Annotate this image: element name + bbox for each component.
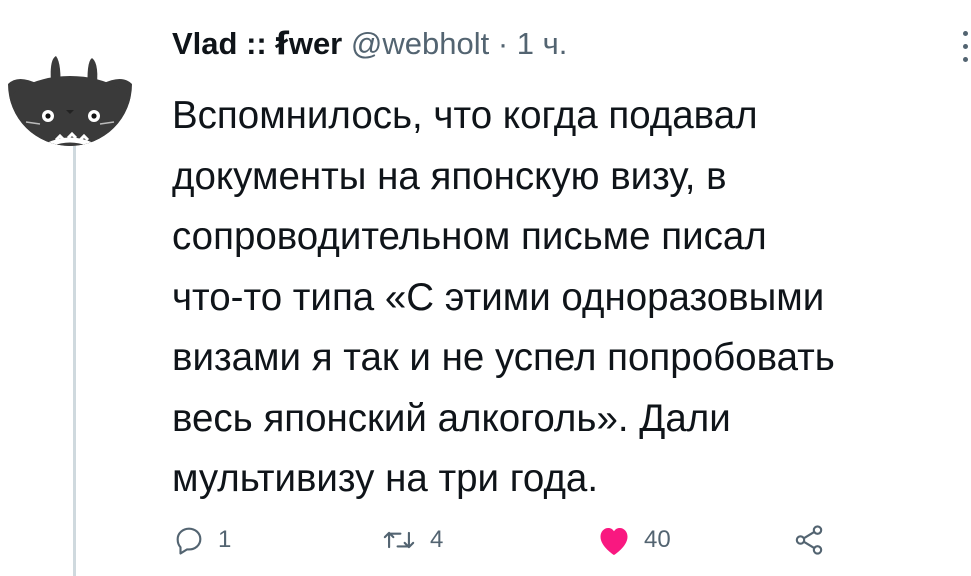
reply-icon (176, 527, 202, 555)
display-name[interactable]: Vlad :: ẜwer (172, 26, 342, 61)
like-count: 40 (644, 526, 671, 553)
retweet-button[interactable]: 4 (380, 520, 443, 560)
retweet-icon (383, 531, 415, 549)
tweet-text-line: мультивизу на три года. (172, 457, 599, 500)
tweet-text-line: сопроводительном письме писал (172, 215, 767, 258)
like-button[interactable]: 40 (596, 520, 671, 560)
tweet-text: Вспомнилось, что когда подавал документы… (172, 86, 962, 510)
tweet-text-line: Вспомнилось, что когда подавал (172, 94, 758, 137)
tweet-text-line: визами я так и не успел попробовать (172, 336, 835, 379)
user-handle[interactable]: @webholt (351, 26, 489, 61)
share-icon (795, 525, 823, 555)
timestamp[interactable]: 1 ч. (517, 26, 568, 61)
tweet-text-line: весь японский алкоголь». Дали (172, 396, 731, 440)
avatar[interactable] (8, 22, 132, 146)
heart-icon (600, 528, 628, 555)
tweet-text-line: что-то типа «С этими одноразовыми (172, 275, 825, 319)
tweet-text-line: документы на японскую визу, в (172, 154, 727, 198)
more-options-icon[interactable] (963, 28, 971, 64)
reply-count: 1 (218, 526, 232, 553)
share-button[interactable] (792, 520, 826, 560)
thread-line (73, 146, 76, 576)
retweet-count: 4 (430, 526, 444, 553)
separator-dot: · (497, 26, 509, 61)
tweet-header: Vlad :: ẜwer @webholt · 1 ч. (172, 24, 567, 64)
totoro-avatar-icon (8, 22, 132, 146)
reply-button[interactable]: 1 (172, 520, 231, 560)
tweet-actions: 1 4 40 (172, 520, 872, 560)
